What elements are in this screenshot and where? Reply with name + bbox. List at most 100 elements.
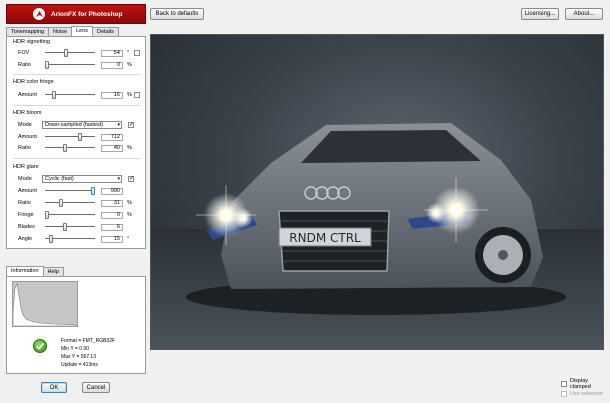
fov-unit: ° [127,50,130,56]
tab-noise[interactable]: Noise [48,27,73,36]
fov-checkbox[interactable] [134,50,140,56]
bloom-enabled-checkbox[interactable]: ✓ [128,122,134,128]
fringe-amount-label: Amount [18,92,37,98]
glare-angle-slider-thumb[interactable] [48,235,53,243]
fringe-checkbox[interactable] [134,92,140,98]
bloom-ratio-input[interactable]: 40 [101,145,123,152]
divider [13,105,141,106]
glare-amount-slider[interactable] [45,190,95,192]
about-button[interactable]: About... [565,8,603,20]
bloom-mode-label: Mode [18,122,32,128]
glare-enabled-checkbox[interactable]: ✓ [128,176,134,182]
bloom-amount-input[interactable]: 712 [101,134,123,141]
vignette-ratio-label: Ratio [18,62,31,68]
bloom-mode-value: Down-sampled (fastest) [45,122,104,128]
display-clamped-label: Display clamped [569,378,591,390]
vignette-ratio-slider[interactable] [45,64,95,66]
glare-angle-label: Angle [18,236,33,242]
glare-mode-value: Cyclic (fast) [45,176,74,182]
luminance-histogram [12,281,78,327]
glare-fringe-slider[interactable] [45,214,95,216]
info-min-y: Min Y = 0.00 [61,346,90,352]
status-ok-icon [33,339,47,353]
glare-blades-label: Blades [18,224,35,230]
glare-fringe-slider-thumb[interactable] [45,211,49,219]
glare-amount-slider-thumb[interactable] [90,187,95,195]
licensing-button[interactable]: Licensing... [521,8,559,20]
car-render: RNDM CTRL [186,123,566,315]
glare-angle-unit: ° [127,236,130,242]
vignette-ratio-unit: % [127,62,132,68]
fringe-amount-input[interactable]: 16 [101,92,123,99]
info-max-y: Max Y = 567.13 [61,354,96,360]
tab-information[interactable]: Information [6,266,44,276]
ok-button[interactable]: OK [41,382,67,393]
display-clamped-toggle[interactable]: Display clamped [561,378,610,390]
cancel-button[interactable]: Cancel [82,382,110,393]
tab-details[interactable]: Details [92,27,119,36]
glare-ratio-slider-thumb[interactable] [59,199,64,207]
tab-tonemapping[interactable]: Tonemapping [6,27,50,36]
histogram-plot [12,282,78,327]
group-title-glare: HDR glare [13,164,39,170]
glare-ratio-label: Ratio [18,200,31,206]
bloom-ratio-slider-thumb[interactable] [63,144,68,152]
bloom-ratio-slider[interactable] [45,147,95,149]
glare-fringe-unit: % [127,212,132,218]
glare-angle-input[interactable]: 15 [101,236,123,243]
glare-ratio-input[interactable]: 31 [101,200,123,207]
app-title-banner: ArionFX for Photoshop [6,4,146,24]
information-panel: Format = FMT_RGB32F Min Y = 0.00 Max Y =… [6,276,146,374]
checkmark-icon: ✓ [129,122,135,128]
glare-blades-slider-thumb[interactable] [63,223,68,231]
glare-mode-label: Mode [18,176,32,182]
chevron-down-icon: ▾ [117,122,120,128]
fringe-amount-slider-thumb[interactable] [52,91,57,99]
info-update: Update = 413ms [61,362,98,368]
use-selection-toggle[interactable]: Use selection [561,391,603,397]
back-to-defaults-button[interactable]: Back to defaults [150,8,204,20]
group-title-bloom: HDR bloom [13,110,42,116]
bloom-ratio-unit: % [127,145,132,151]
glare-blades-slider[interactable] [45,226,95,228]
glare-fringe-label: Fringe [18,212,34,218]
glare-amount-label: Amount [18,188,37,194]
checkmark-icon: ✓ [129,176,135,182]
group-title-vignetting: HDR vignetting [13,39,50,45]
fov-slider-thumb[interactable] [64,49,69,57]
bloom-amount-slider-thumb[interactable] [77,133,82,141]
vignette-ratio-slider-thumb[interactable] [45,61,49,69]
display-clamped-checkbox[interactable] [561,381,567,387]
glare-blades-input[interactable]: 6 [101,224,123,231]
fov-label: FOV [18,50,30,56]
app-title: ArionFX for Photoshop [51,10,123,18]
glare-ratio-unit: % [127,200,132,206]
image-preview[interactable]: RNDM CTRL [150,34,604,350]
tab-lens[interactable]: Lens [71,26,94,36]
vignette-ratio-input[interactable]: 0 [101,62,123,69]
arion-logo-icon [33,8,45,20]
bloom-amount-label: Amount [18,134,37,140]
divider [13,158,141,159]
use-selection-checkbox[interactable] [561,391,567,397]
license-plate: RNDM CTRL [289,231,361,245]
fringe-amount-unit: % [127,92,132,98]
bloom-amount-slider[interactable] [45,136,95,138]
use-selection-label: Use selection [570,391,604,397]
chevron-down-icon: ▾ [117,176,120,182]
divider [13,74,141,75]
bloom-ratio-label: Ratio [18,145,31,151]
info-tabbar: Information Help [6,266,64,276]
glare-fringe-input[interactable]: 0 [101,212,123,219]
glare-ratio-slider[interactable] [45,202,95,204]
tab-help[interactable]: Help [42,267,64,276]
fov-input[interactable]: 54 [101,50,123,57]
info-format: Format = FMT_RGB32F [61,338,116,344]
lens-panel: HDR vignetting FOV 54 ° Ratio 0 % HDR co… [6,36,146,249]
glare-mode-select[interactable]: Cyclic (fast) ▾ [42,175,122,183]
bloom-mode-select[interactable]: Down-sampled (fastest) ▾ [42,121,122,129]
fov-slider[interactable] [45,52,95,54]
group-title-color-fringe: HDR color fringe [13,79,54,85]
settings-tabbar: Tonemapping Noise Lens Details [6,26,119,36]
glare-amount-input[interactable]: 990 [101,188,123,195]
